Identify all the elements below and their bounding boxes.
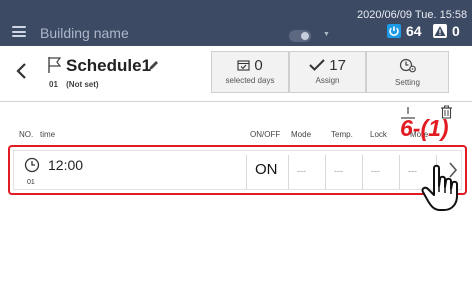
row-separator <box>246 155 247 189</box>
clock-settings-icon <box>367 58 448 78</box>
assign-button[interactable]: 17 Assign <box>289 51 366 93</box>
row-lock: --- <box>371 166 380 176</box>
schedule-number: 01 <box>49 80 58 89</box>
back-icon[interactable] <box>15 62 29 80</box>
row-inner: 12:00 01 ON --- --- --- --- <box>13 150 462 190</box>
power-count: 64 <box>406 23 422 39</box>
row-more: --- <box>408 166 417 176</box>
header-divider <box>0 101 472 102</box>
menu-icon[interactable] <box>12 26 26 37</box>
pencil-icon[interactable] <box>147 59 159 77</box>
col-no: NO. <box>19 130 34 139</box>
pointer-hand-icon <box>420 164 466 217</box>
check-icon <box>309 57 329 74</box>
caret-down-icon[interactable]: ▼ <box>323 31 330 38</box>
col-temp: Temp. <box>331 130 353 139</box>
row-separator <box>288 155 289 189</box>
datetime: 2020/06/09 Tue. 15:58 <box>357 9 468 21</box>
flag-icon <box>47 56 63 79</box>
schedule-name: Schedule1 <box>66 56 152 75</box>
col-time: time <box>40 130 56 139</box>
col-lock: Lock <box>370 130 387 139</box>
row-time: 12:00 <box>48 157 84 173</box>
row-onoff: ON <box>255 161 278 178</box>
assign-count: 17 <box>329 57 346 74</box>
power-icon[interactable] <box>387 24 401 38</box>
selected-days-count: 0 <box>254 57 263 74</box>
table-row[interactable]: 12:00 01 ON --- --- --- --- <box>8 145 467 195</box>
col-onoff: ON/OFF <box>250 130 281 139</box>
row-separator <box>399 155 400 189</box>
clock-icon <box>24 157 40 178</box>
row-separator <box>362 155 363 189</box>
col-mode: Mode <box>291 130 312 139</box>
row-mode: --- <box>297 166 306 176</box>
row-temp: --- <box>334 166 343 176</box>
schedule-subtitle: 01 (Not set) <box>49 80 99 89</box>
setting-button[interactable]: Setting <box>366 51 449 93</box>
selected-days-label: selected days <box>225 76 275 85</box>
row-separator <box>325 155 326 189</box>
setting-label: Setting <box>395 78 420 87</box>
calendar-icon <box>237 57 254 74</box>
building-name[interactable]: Building name <box>40 25 129 41</box>
warning-count: 0 <box>452 23 460 39</box>
selected-days-button[interactable]: 0 selected days <box>211 51 289 93</box>
toggle-icon[interactable] <box>289 30 311 42</box>
assign-label: Assign <box>315 76 340 85</box>
annotation-label: 6-(1) <box>400 115 449 141</box>
top-bar: Building name ▼ 2020/06/09 Tue. 15:58 64… <box>0 0 472 46</box>
row-number: 01 <box>27 179 35 186</box>
schedule-status: (Not set) <box>66 80 99 89</box>
warning-icon[interactable] <box>433 24 447 38</box>
